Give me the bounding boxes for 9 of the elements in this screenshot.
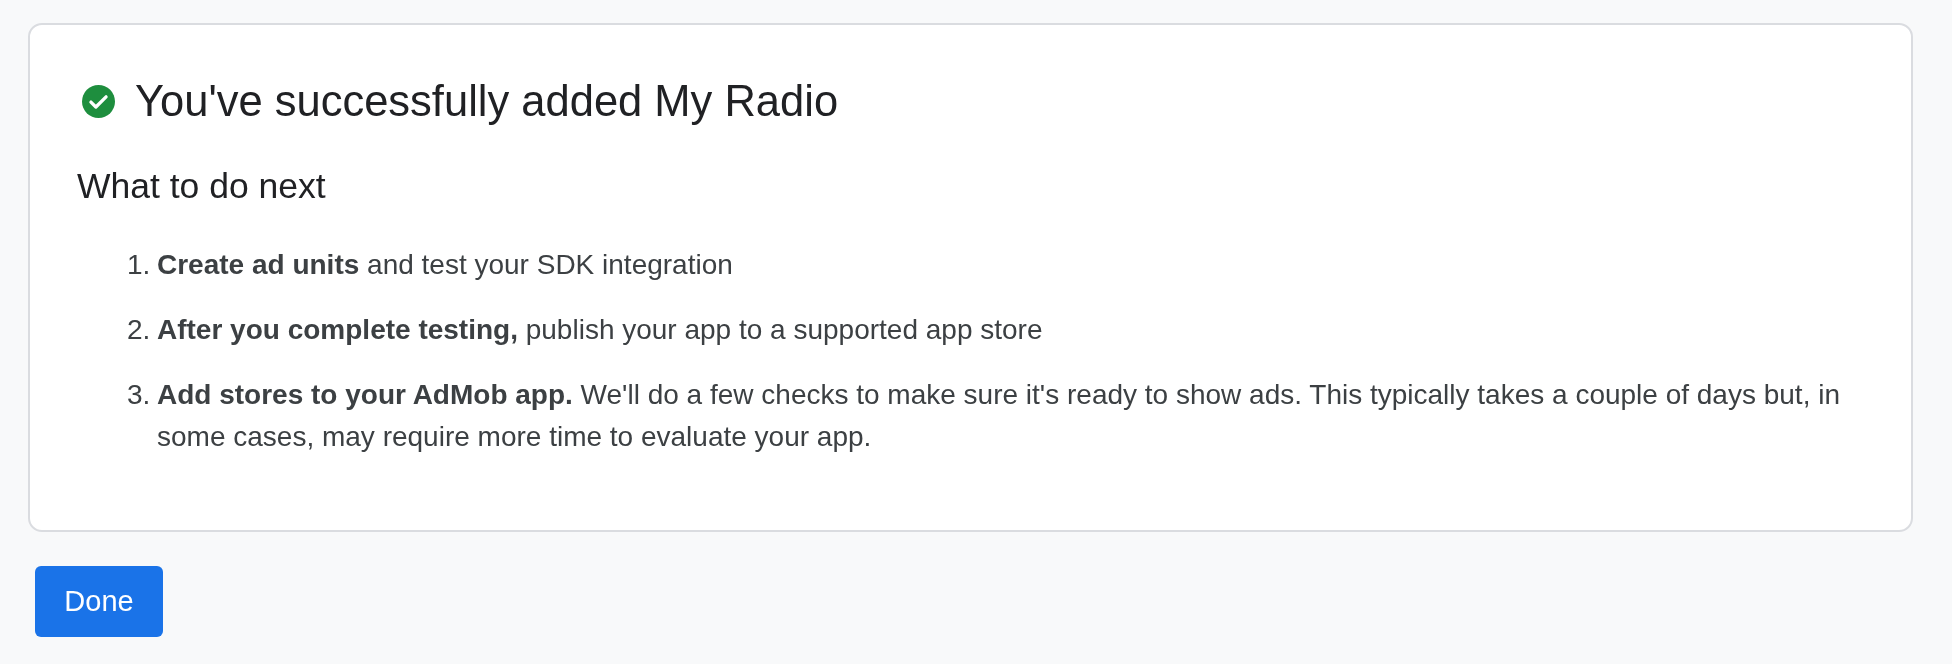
step-number: 2.: [127, 313, 151, 347]
step-text: After you complete testing, publish your app to a supported app store: [157, 313, 1044, 347]
success-title: You've successfully added My Radio: [135, 76, 839, 127]
section-heading: What to do next: [77, 165, 326, 208]
done-button[interactable]: Done: [35, 566, 163, 637]
step-text: Add stores to your AdMob app. We'll do a few checks to make sure it's ready to show ads. This typically takes a couple of days but, in some cases, may require more time to evaluate your app.: [157, 378, 1841, 454]
step-number: 1.: [127, 248, 151, 282]
step-number: 3.: [127, 378, 151, 412]
step-text: Create ad units and test your SDK integration: [157, 248, 734, 282]
